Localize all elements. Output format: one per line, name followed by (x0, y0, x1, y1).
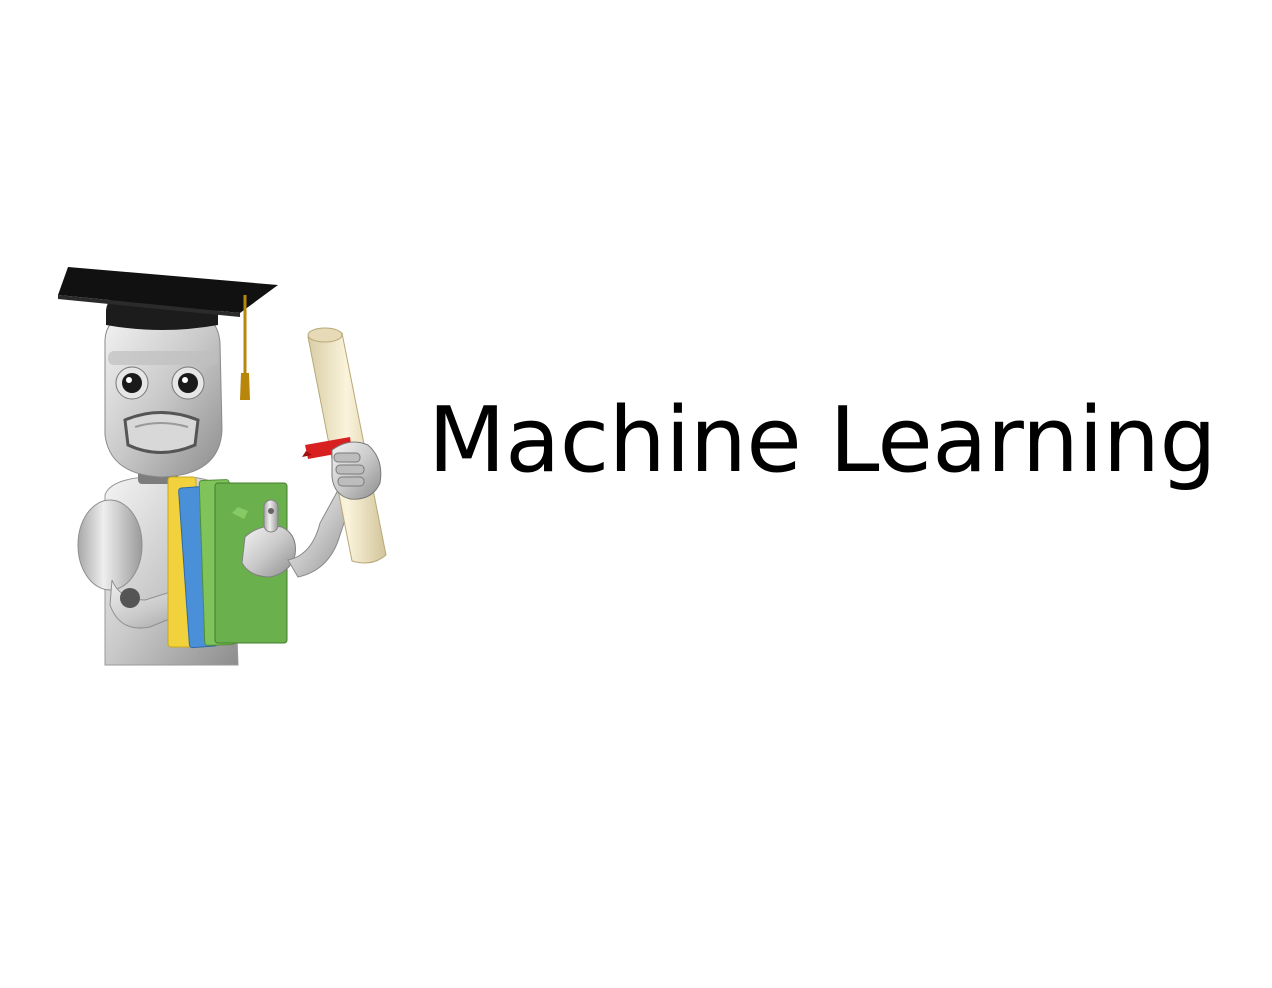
slide-title: Machine Learning (428, 388, 1217, 493)
slide: Machine Learning (0, 0, 1272, 988)
robot-head (104, 309, 223, 478)
graduate-robot-illustration (58, 267, 387, 666)
robot-scroll-hand (331, 441, 382, 500)
